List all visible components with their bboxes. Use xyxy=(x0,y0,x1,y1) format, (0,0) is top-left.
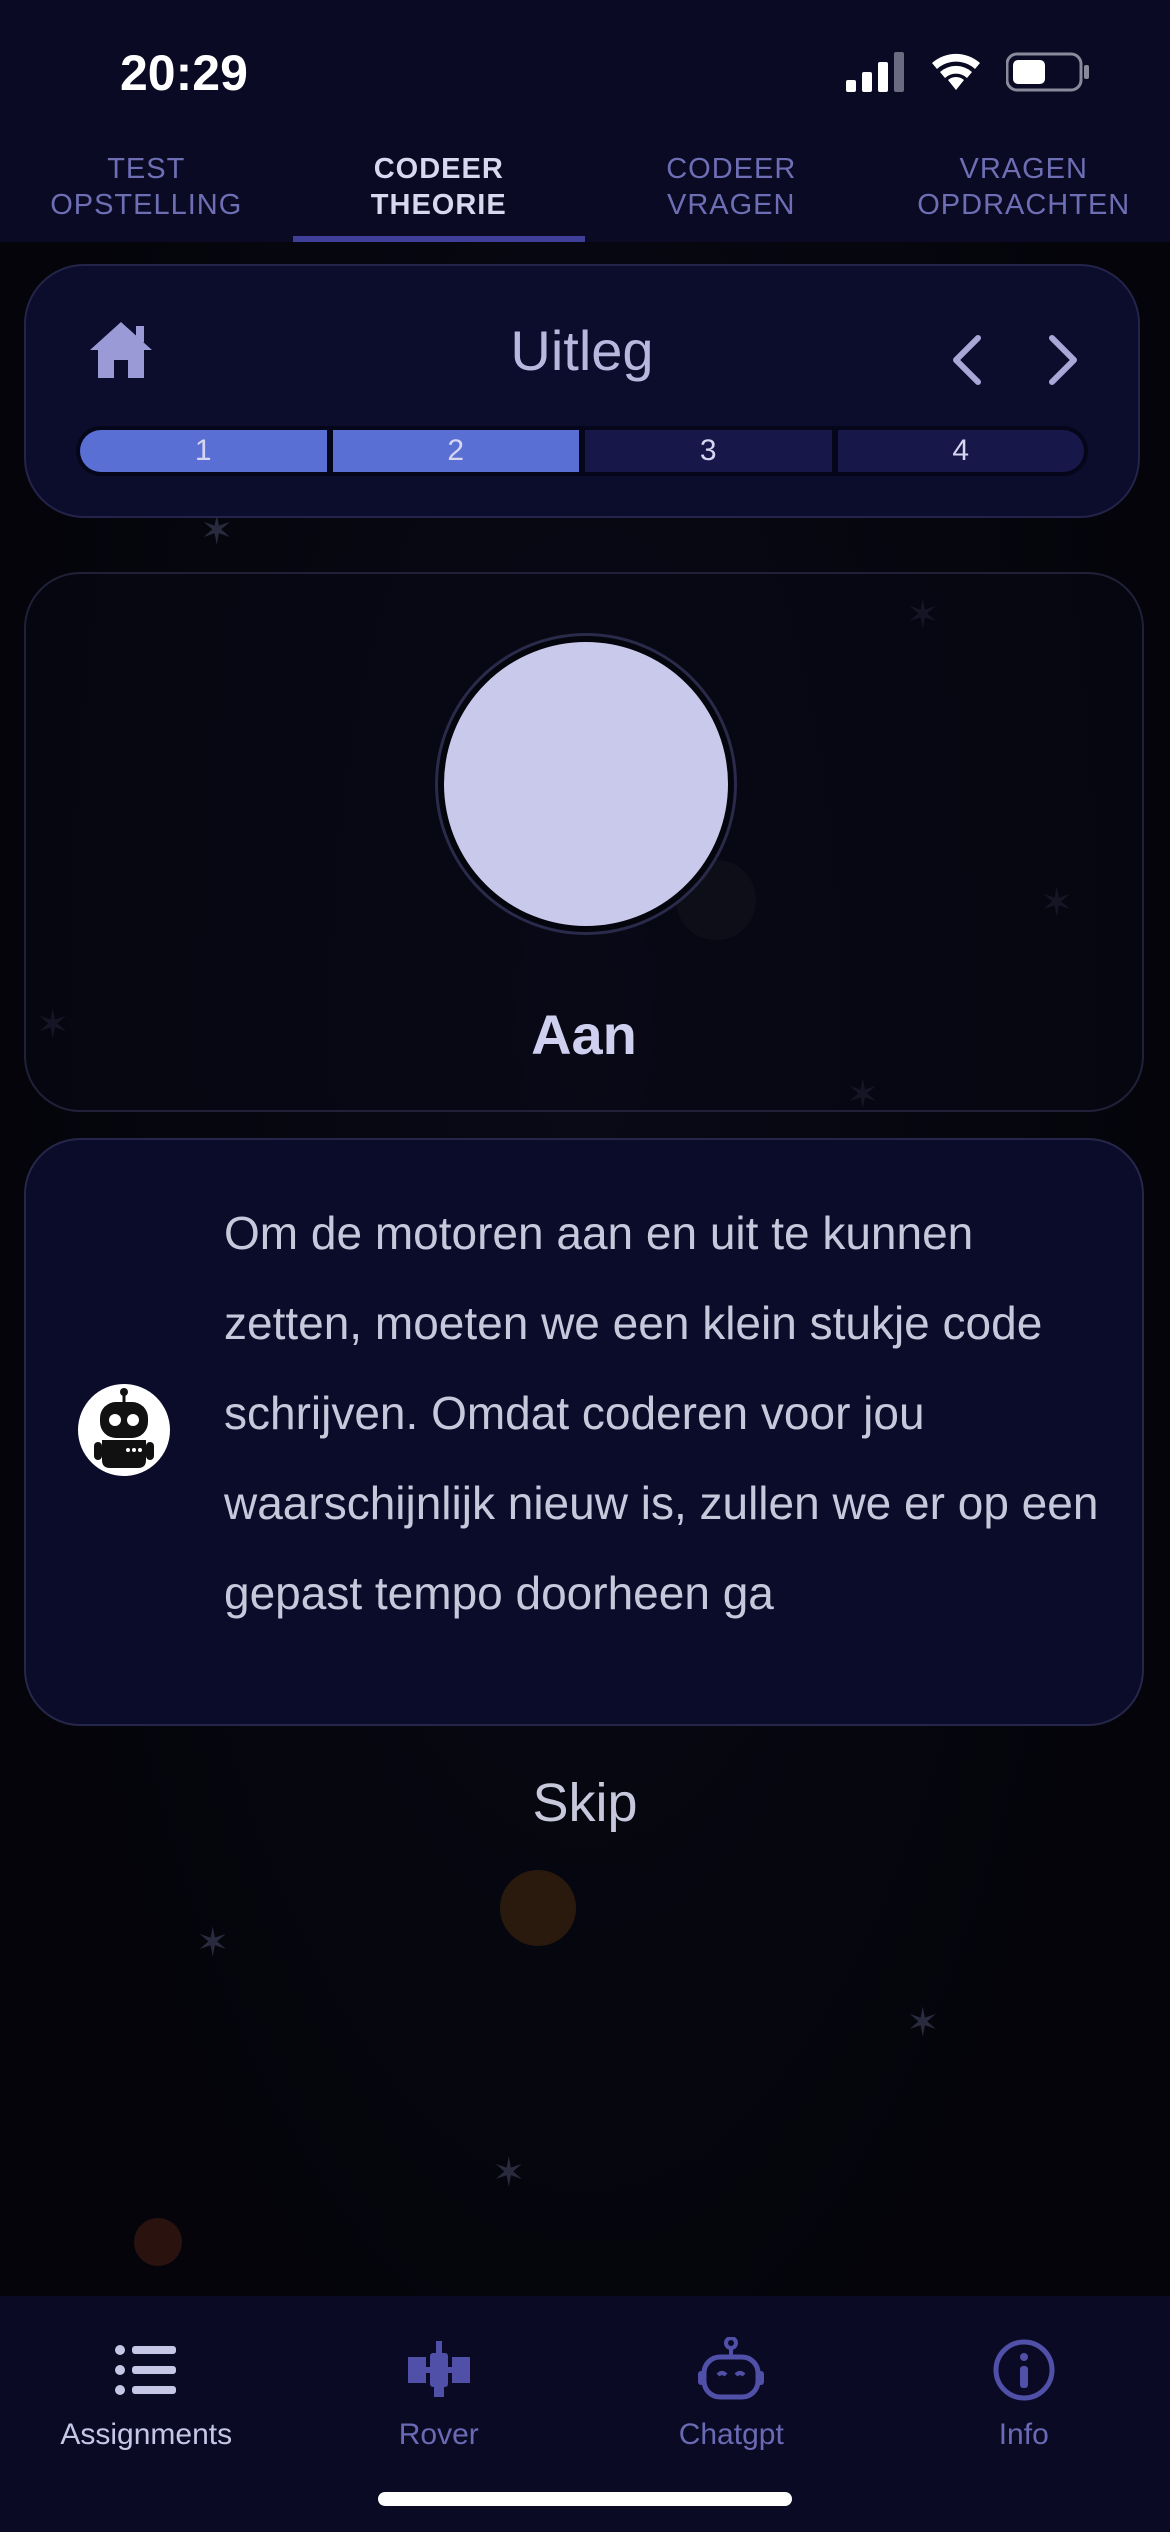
progress-step[interactable]: 1 xyxy=(80,430,327,472)
progress-step[interactable]: 3 xyxy=(585,430,832,472)
tab-codeer-vragen[interactable]: CODEER VRAGEN xyxy=(585,120,878,242)
status-time: 20:29 xyxy=(120,45,248,101)
home-indicator[interactable] xyxy=(378,2492,792,2506)
tab-test-opstelling[interactable]: TEST OPSTELLING xyxy=(0,120,293,242)
nav-label: Info xyxy=(998,2418,1049,2451)
robot-icon xyxy=(698,2337,765,2400)
state-label: Aan xyxy=(531,1003,637,1066)
wifi-icon xyxy=(932,53,980,90)
list-icon xyxy=(115,2345,177,2395)
progress-step[interactable]: 2 xyxy=(332,430,579,472)
nav-label: Rover xyxy=(398,2418,479,2451)
battery-icon xyxy=(1006,52,1089,92)
message-text: Om de motoren aan en uit te kunnen zette… xyxy=(224,1207,1099,1619)
nav-label: Chatgpt xyxy=(678,2418,784,2451)
lesson-header-card: Uitleg 1 2 3 4 xyxy=(24,264,1140,518)
state-indicator-circle[interactable] xyxy=(438,636,734,932)
robot-avatar xyxy=(78,1384,170,1476)
satellite-icon xyxy=(407,2341,470,2397)
robot-icon xyxy=(94,1388,154,1468)
nav-info[interactable]: Info xyxy=(878,2296,1170,2532)
info-icon xyxy=(993,2339,1055,2401)
chevron-right-icon[interactable] xyxy=(1040,332,1084,388)
status-bar: 20:29 xyxy=(0,0,1170,140)
progress-step[interactable]: 4 xyxy=(837,430,1084,472)
tab-vragen-opdrachten[interactable]: VRAGEN OPDRACHTEN xyxy=(878,120,1170,242)
skip-button[interactable]: Skip xyxy=(0,1772,1170,1834)
nav-label: Assignments xyxy=(60,2418,233,2451)
chevron-left-icon[interactable] xyxy=(946,332,990,388)
step-progress-bar: 1 2 3 4 xyxy=(76,426,1088,476)
tab-codeer-theorie[interactable]: CODEER THEORIE xyxy=(292,120,586,242)
nav-assignments[interactable]: Assignments xyxy=(0,2296,293,2532)
explanation-message-card: Om de motoren aan en uit te kunnen zette… xyxy=(24,1138,1144,1726)
app-screen: ✶ ✶ ✶ ✶ ✶ ✶ ✶ ✶ 20:29 xyxy=(0,0,1170,2532)
top-tab-bar: TEST OPSTELLING CODEER THEORIE CODEER VR… xyxy=(0,120,1170,242)
cellular-signal-icon xyxy=(846,52,904,92)
status-icons xyxy=(846,52,1090,92)
motor-state-card: Aan xyxy=(24,572,1144,1112)
